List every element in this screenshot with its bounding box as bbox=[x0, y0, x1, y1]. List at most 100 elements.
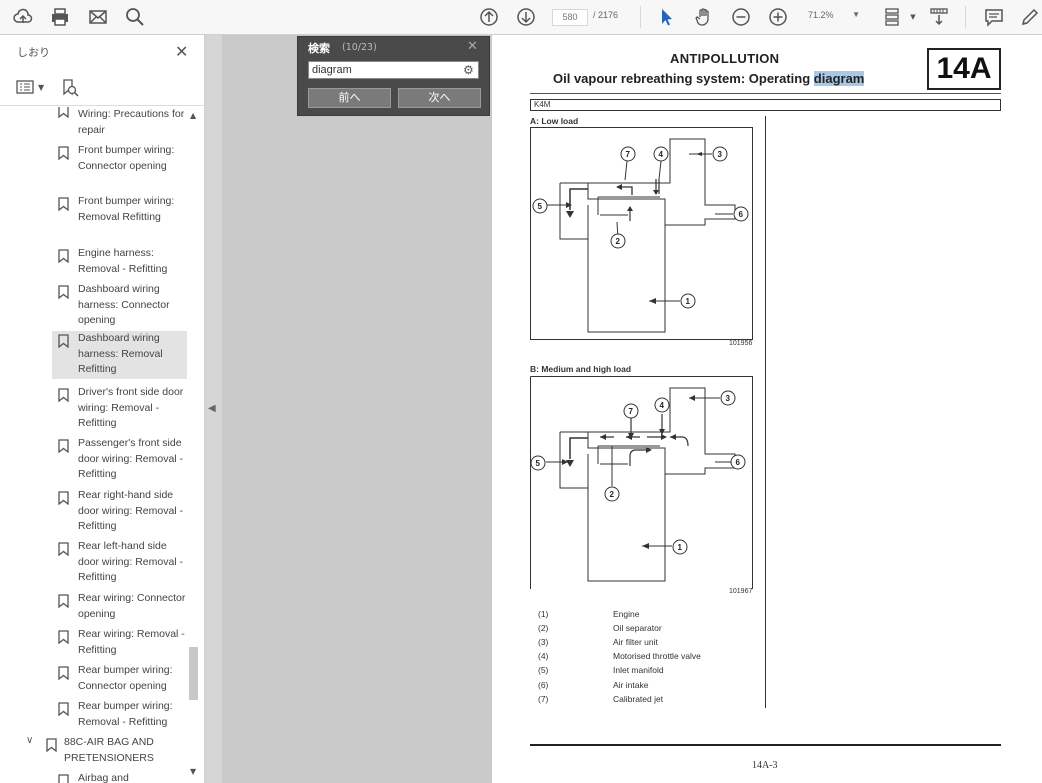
bookmark-parent-item[interactable]: ∨ 88C-AIR BAG AND PRETENSIONERS bbox=[24, 735, 188, 768]
legend-num: (6) bbox=[538, 680, 549, 690]
scroll-thumb[interactable] bbox=[189, 647, 198, 700]
bookmark-item-selected[interactable]: Dashboard wiring harness: Removal Refitt… bbox=[52, 331, 187, 379]
fit-page-icon[interactable] bbox=[881, 7, 903, 27]
legend-num: (5) bbox=[538, 665, 549, 675]
zoom-select[interactable]: 71.2% ▼ bbox=[808, 10, 862, 25]
bookmark-icon bbox=[58, 629, 69, 645]
page-footer-number: 14A-3 bbox=[752, 760, 778, 771]
bookmark-label: Passenger's front side door wiring: Remo… bbox=[78, 437, 184, 480]
bookmark-label: Wiring: Precautions for repair bbox=[78, 108, 185, 136]
scroll-mode-icon[interactable] bbox=[928, 7, 950, 27]
search-icon[interactable] bbox=[124, 7, 146, 27]
mail-icon[interactable] bbox=[87, 7, 109, 27]
bookmark-label: Engine harness: Removal - Refitting bbox=[78, 247, 168, 275]
bookmark-label: Driver's front side door wiring: Removal… bbox=[78, 386, 184, 429]
scroll-down-icon[interactable]: ▼ bbox=[190, 767, 196, 776]
legend-num: (1) bbox=[538, 609, 549, 619]
hand-tool-icon[interactable] bbox=[693, 7, 715, 27]
bookmark-label: 88C-AIR BAG AND PRETENSIONERS bbox=[64, 736, 154, 764]
print-icon[interactable] bbox=[49, 7, 71, 27]
bookmark-icon bbox=[58, 665, 69, 681]
section-number: 14A bbox=[927, 48, 1001, 90]
bookmark-item[interactable]: Rear left-hand side door wiring: Removal… bbox=[52, 539, 187, 587]
page-subheading: Oil vapour rebreathing system: Operating… bbox=[553, 71, 865, 86]
scroll-up-icon[interactable]: ▲ bbox=[190, 111, 196, 120]
search-panel-title: 検索 bbox=[308, 42, 330, 55]
bookmark-item[interactable]: Rear right-hand side door wiring: Remova… bbox=[52, 488, 187, 536]
bookmark-item[interactable]: Airbag and bbox=[52, 771, 187, 783]
bookmark-icon bbox=[58, 333, 69, 349]
page-number-input[interactable]: 580 bbox=[552, 9, 588, 26]
bookmarks-title: しおり bbox=[17, 46, 50, 59]
diagram-b-callouts: 7 4 3 5 6 2 1 bbox=[530, 390, 746, 555]
bookmark-label: Rear wiring: Connector opening bbox=[78, 592, 186, 620]
search-input[interactable]: diagram bbox=[308, 61, 479, 79]
bookmark-icon bbox=[58, 490, 69, 506]
collapse-panel-icon[interactable]: ◀ bbox=[208, 403, 216, 414]
bookmark-item[interactable]: Front bumper wiring: Connector opening bbox=[52, 143, 187, 191]
next-page-icon[interactable] bbox=[515, 7, 537, 27]
column-rule bbox=[765, 116, 766, 708]
bookmark-icon bbox=[58, 248, 69, 264]
cloud-upload-icon[interactable] bbox=[12, 7, 34, 27]
previous-page-icon[interactable] bbox=[478, 7, 500, 27]
bookmark-icon bbox=[58, 438, 69, 454]
page-heading: ANTIPOLLUTION bbox=[670, 51, 780, 66]
bookmark-label: Front bumper wiring: Removal Refitting bbox=[78, 195, 175, 223]
bookmark-item[interactable]: Engine harness: Removal - Refitting bbox=[52, 246, 187, 279]
legend-text: Oil separator bbox=[613, 623, 662, 633]
header-rule bbox=[530, 93, 1001, 94]
bookmark-icon bbox=[58, 107, 69, 119]
engine-type-box: K4M bbox=[530, 99, 1001, 111]
close-icon[interactable]: ✕ bbox=[467, 39, 478, 54]
bookmark-item[interactable]: Front bumper wiring: Removal Refitting bbox=[52, 194, 187, 242]
svg-text:5: 5 bbox=[536, 459, 541, 468]
gear-icon[interactable]: ⚙ bbox=[463, 63, 474, 77]
bookmark-label: Airbag and bbox=[78, 772, 129, 783]
bookmark-icon bbox=[58, 773, 69, 783]
bookmark-icon bbox=[58, 145, 69, 161]
svg-text:7: 7 bbox=[629, 407, 634, 416]
bookmark-item[interactable]: Rear bumper wiring: Removal - Refitting bbox=[52, 699, 187, 732]
footer-rule bbox=[530, 744, 1001, 746]
fit-options-chevron-icon[interactable]: ▼ bbox=[902, 7, 924, 27]
bookmark-item[interactable]: Rear wiring: Connector opening bbox=[52, 591, 187, 624]
bookmark-icon bbox=[46, 737, 57, 753]
bookmark-item[interactable]: Dashboard wiring harness: Connector open… bbox=[52, 282, 187, 330]
bookmark-label: Rear left-hand side door wiring: Removal… bbox=[78, 540, 184, 583]
toolbar-divider bbox=[640, 6, 641, 28]
bookmark-options-icon[interactable] bbox=[16, 80, 34, 97]
page-total: / 2176 bbox=[593, 10, 619, 20]
svg-text:3: 3 bbox=[718, 150, 723, 159]
next-result-button[interactable]: 次へ bbox=[398, 88, 481, 108]
chevron-down-icon[interactable]: ▼ bbox=[38, 83, 44, 92]
bookmark-label: Rear right-hand side door wiring: Remova… bbox=[78, 489, 184, 532]
legend-num: (7) bbox=[538, 694, 549, 704]
diagram-medium-high-load: 7 4 3 5 6 2 1 bbox=[530, 376, 753, 589]
comment-icon[interactable] bbox=[983, 7, 1005, 27]
legend-text: Air intake bbox=[613, 680, 649, 690]
bookmark-item[interactable]: Rear wiring: Removal - Refitting bbox=[52, 627, 187, 660]
diagram-a-callouts: 7 4 3 5 6 2 1 bbox=[532, 146, 749, 309]
previous-result-button[interactable]: 前へ bbox=[308, 88, 391, 108]
close-icon[interactable]: ✕ bbox=[175, 42, 188, 61]
pen-icon[interactable] bbox=[1019, 7, 1041, 27]
select-cursor-icon[interactable] bbox=[655, 7, 677, 27]
bookmark-label: Rear bumper wiring: Connector opening bbox=[78, 664, 173, 692]
search-highlight: diagram bbox=[813, 71, 865, 86]
bookmark-list: Wiring: Precautions for repair Front bum… bbox=[0, 107, 188, 783]
zoom-out-icon[interactable] bbox=[730, 7, 752, 27]
bookmark-item[interactable]: Passenger's front side door wiring: Remo… bbox=[52, 436, 187, 484]
zoom-in-icon[interactable] bbox=[767, 7, 789, 27]
bookmarks-scrollbar[interactable]: ▲ ▼ bbox=[188, 107, 201, 783]
svg-text:6: 6 bbox=[736, 458, 741, 467]
subheading-text: Oil vapour rebreathing system: Operating bbox=[553, 71, 814, 86]
bookmark-item[interactable]: Driver's front side door wiring: Removal… bbox=[52, 385, 187, 433]
bookmark-item[interactable]: Rear bumper wiring: Connector opening bbox=[52, 663, 187, 696]
diagram-a-reference: 101956 bbox=[729, 340, 753, 347]
bookmark-item[interactable]: Wiring: Precautions for repair bbox=[52, 107, 187, 141]
find-bookmark-icon[interactable] bbox=[60, 78, 80, 102]
chevron-down-icon[interactable]: ∨ bbox=[26, 735, 33, 746]
bookmark-icon bbox=[58, 701, 69, 717]
svg-text:4: 4 bbox=[660, 401, 665, 410]
